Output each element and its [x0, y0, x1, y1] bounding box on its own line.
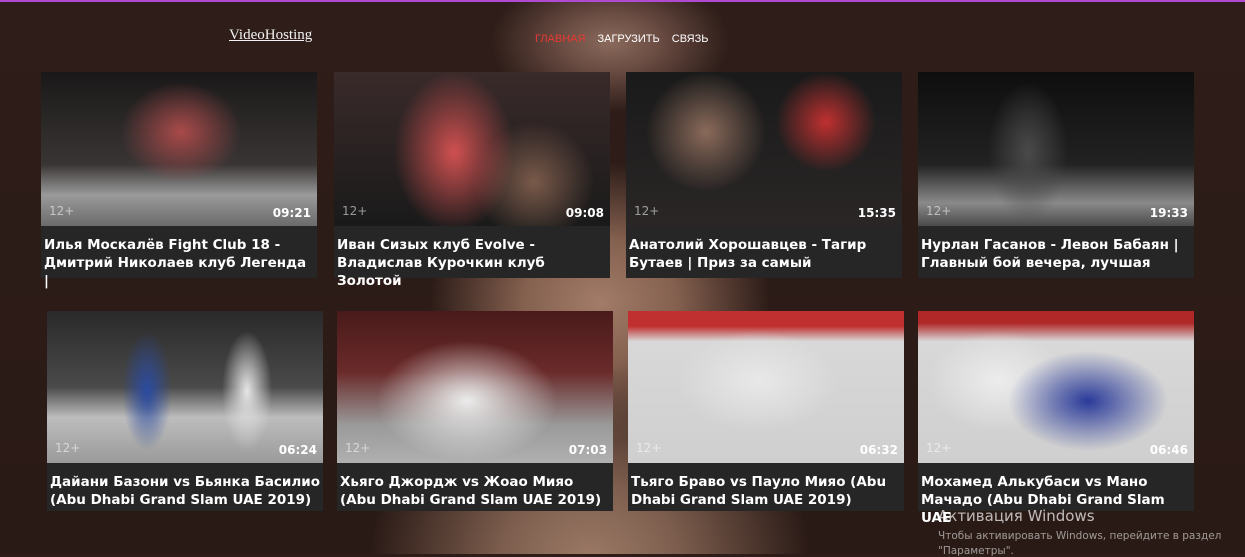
video-thumbnail[interactable]: 12+ 07:03 — [337, 311, 613, 463]
video-duration: 06:24 — [278, 443, 317, 457]
video-duration: 07:03 — [568, 443, 607, 457]
video-thumbnail[interactable]: 12+ 19:33 — [918, 72, 1194, 226]
video-title[interactable]: Анатолий Хорошавцев - Тагир Бутаев | При… — [629, 236, 899, 272]
age-rating: 12+ — [342, 204, 368, 218]
age-rating: 12+ — [55, 441, 81, 455]
windows-activation-line: "Параметры". — [938, 545, 1014, 557]
video-title[interactable]: Илья Москалёв Fight Club 18 - Дмитрий Ни… — [44, 236, 314, 290]
video-thumbnail[interactable]: 12+ 09:21 — [41, 72, 317, 226]
nav-upload[interactable]: ЗАГРУЗИТЬ — [597, 33, 659, 45]
video-card[interactable]: 12+ 09:21 Илья Москалёв Fight Club 18 - … — [41, 72, 317, 289]
video-thumbnail[interactable]: 12+ 06:32 — [628, 311, 904, 463]
video-thumbnail[interactable]: 12+ 15:35 — [626, 72, 902, 226]
video-duration: 06:46 — [1149, 443, 1188, 457]
age-rating: 12+ — [345, 441, 371, 455]
video-title[interactable]: Нурлан Гасанов - Левон Бабаян | Главный … — [921, 236, 1191, 272]
video-card[interactable]: 12+ 19:33 Нурлан Гасанов - Левон Бабаян … — [918, 72, 1194, 278]
video-title[interactable]: Хьяго Джордж vs Жоао Мияо (Abu Dhabi Gra… — [340, 473, 610, 509]
age-rating: 12+ — [926, 204, 952, 218]
video-title[interactable]: Тьяго Браво vs Пауло Мияо (Abu Dhabi Gra… — [631, 473, 901, 509]
windows-activation-title: Активация Windows — [938, 507, 1095, 525]
video-duration: 06:32 — [859, 443, 898, 457]
video-card[interactable]: 12+ 07:03 Хьяго Джордж vs Жоао Мияо (Abu… — [337, 311, 613, 511]
video-card[interactable]: 12+ 15:35 Анатолий Хорошавцев - Тагир Бу… — [626, 72, 902, 278]
video-duration: 15:35 — [857, 206, 896, 220]
age-rating: 12+ — [634, 204, 660, 218]
video-thumbnail[interactable]: 12+ 09:08 — [334, 72, 610, 226]
video-thumbnail[interactable]: 12+ 06:24 — [47, 311, 323, 463]
video-duration: 09:08 — [565, 206, 604, 220]
video-thumbnail[interactable]: 12+ 06:46 — [918, 311, 1194, 463]
age-rating: 12+ — [49, 204, 75, 218]
nav-contact[interactable]: СВЯЗЬ — [672, 33, 709, 45]
age-rating: 12+ — [926, 441, 952, 455]
video-card[interactable]: 12+ 06:32 Тьяго Браво vs Пауло Мияо (Abu… — [628, 311, 904, 511]
video-card[interactable]: 12+ 06:24 Дайани Базони vs Бьянка Басили… — [47, 311, 323, 511]
video-card[interactable]: 12+ 09:08 Иван Сизых клуб Evolve - Влади… — [334, 72, 610, 289]
video-duration: 09:21 — [272, 206, 311, 220]
main-nav: ГЛАВНАЯ ЗАГРУЗИТЬ СВЯЗЬ — [535, 33, 708, 45]
video-card[interactable]: 12+ 06:46 Мохамед Алькубаси vs Мано Мача… — [918, 311, 1194, 526]
age-rating: 12+ — [636, 441, 662, 455]
video-title[interactable]: Иван Сизых клуб Evolve - Владислав Куроч… — [337, 236, 607, 290]
video-duration: 19:33 — [1149, 206, 1188, 220]
video-title[interactable]: Дайани Базони vs Бьянка Басилио (Abu Dha… — [50, 473, 320, 509]
windows-activation-line: Чтобы активировать Windows, перейдите в … — [938, 530, 1222, 542]
nav-home[interactable]: ГЛАВНАЯ — [535, 33, 585, 45]
site-logo[interactable]: VideoHosting — [229, 27, 312, 44]
